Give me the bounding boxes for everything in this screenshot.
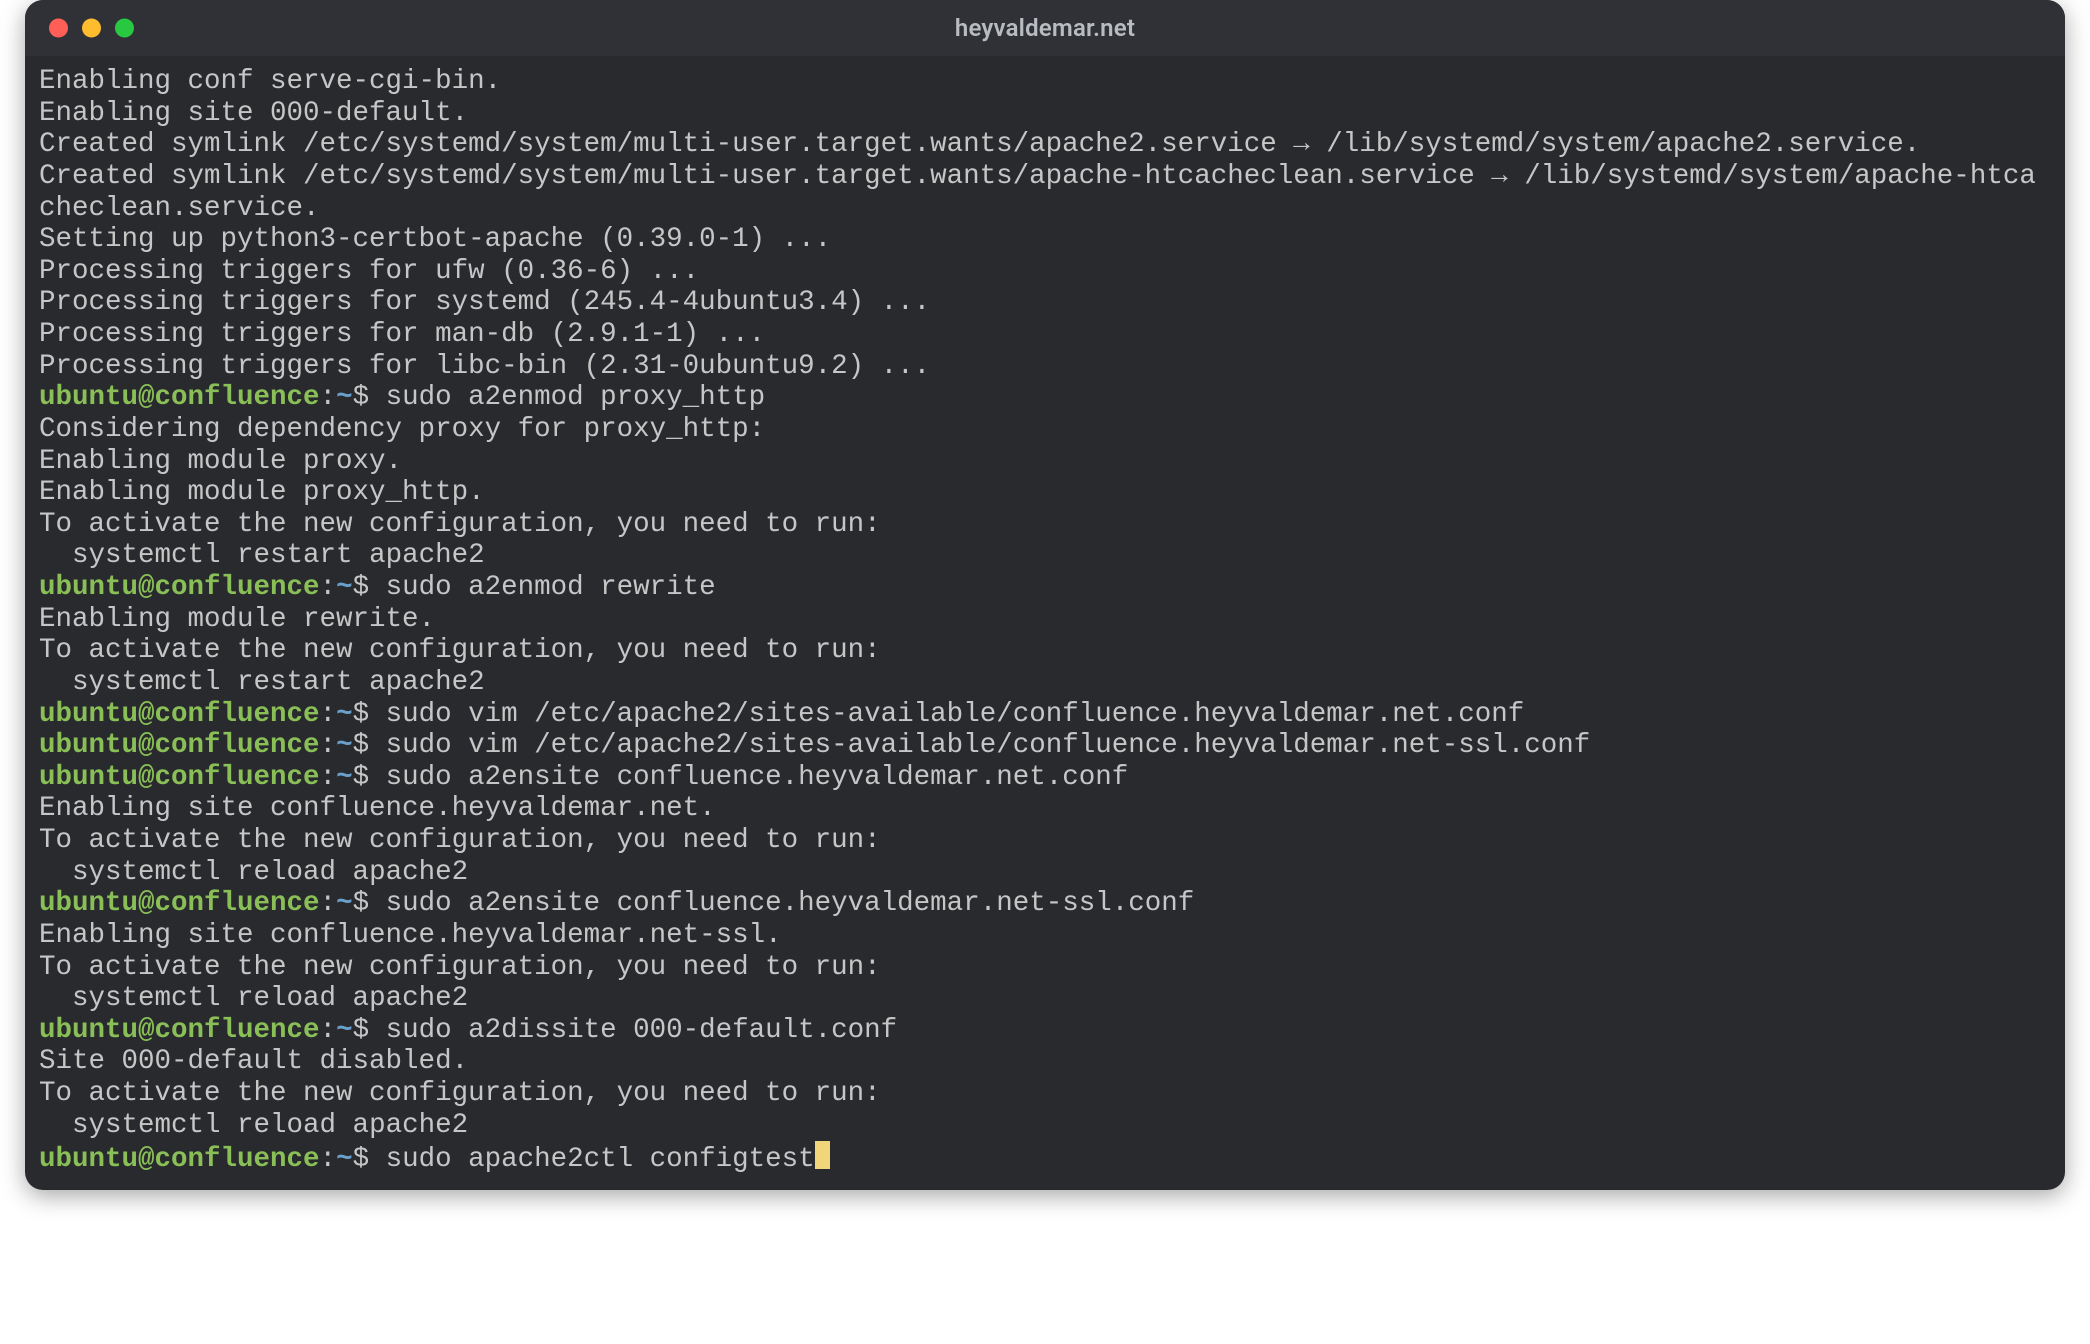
prompt-dollar: $ <box>353 572 386 603</box>
close-icon[interactable] <box>49 19 68 38</box>
prompt-dollar: $ <box>353 382 386 413</box>
terminal-line: Processing triggers for systemd (245.4-4… <box>39 287 2051 319</box>
prompt-user-host: ubuntu@confluence <box>39 888 320 919</box>
prompt-cwd: ~ <box>336 888 353 919</box>
terminal-line: To activate the new configuration, you n… <box>39 509 2051 541</box>
command-text: sudo vim /etc/apache2/sites-available/co… <box>386 699 1525 730</box>
zoom-icon[interactable] <box>115 19 134 38</box>
titlebar: heyvaldemar.net <box>25 0 2065 56</box>
window-controls <box>49 19 134 38</box>
terminal-line: Processing triggers for libc-bin (2.31-0… <box>39 351 2051 383</box>
terminal-line: Site 000-default disabled. <box>39 1046 2051 1078</box>
terminal-line: Enabling site confluence.heyvaldemar.net… <box>39 793 2051 825</box>
terminal-line: Processing triggers for ufw (0.36-6) ... <box>39 256 2051 288</box>
terminal-line: Enabling site confluence.heyvaldemar.net… <box>39 920 2051 952</box>
command-text: sudo a2ensite confluence.heyvaldemar.net… <box>386 762 1129 793</box>
terminal-line: systemctl reload apache2 <box>39 983 2051 1015</box>
terminal-line: ubuntu@confluence:~$ sudo apache2ctl con… <box>39 1141 2051 1176</box>
prompt-cwd: ~ <box>336 382 353 413</box>
prompt-user-host: ubuntu@confluence <box>39 762 320 793</box>
terminal-line: systemctl restart apache2 <box>39 540 2051 572</box>
prompt-cwd: ~ <box>336 1144 353 1175</box>
prompt-colon: : <box>320 572 337 603</box>
prompt-dollar: $ <box>353 1015 386 1046</box>
prompt-colon: : <box>320 699 337 730</box>
prompt-user-host: ubuntu@confluence <box>39 572 320 603</box>
prompt-colon: : <box>320 1144 337 1175</box>
prompt-user-host: ubuntu@confluence <box>39 1144 320 1175</box>
prompt-user-host: ubuntu@confluence <box>39 382 320 413</box>
terminal-line: To activate the new configuration, you n… <box>39 1078 2051 1110</box>
prompt-dollar: $ <box>353 730 386 761</box>
prompt-user-host: ubuntu@confluence <box>39 1015 320 1046</box>
prompt-dollar: $ <box>353 699 386 730</box>
prompt-cwd: ~ <box>336 1015 353 1046</box>
prompt-dollar: $ <box>353 888 386 919</box>
command-text: sudo a2ensite confluence.heyvaldemar.net… <box>386 888 1195 919</box>
prompt-cwd: ~ <box>336 730 353 761</box>
terminal-line: Created symlink /etc/systemd/system/mult… <box>39 129 2051 161</box>
terminal-line: To activate the new configuration, you n… <box>39 952 2051 984</box>
terminal-line: ubuntu@confluence:~$ sudo vim /etc/apach… <box>39 730 2051 762</box>
prompt-cwd: ~ <box>336 762 353 793</box>
terminal-line: Enabling conf serve-cgi-bin. <box>39 66 2051 98</box>
prompt-cwd: ~ <box>336 572 353 603</box>
prompt-user-host: ubuntu@confluence <box>39 730 320 761</box>
terminal-line: ubuntu@confluence:~$ sudo a2enmod proxy_… <box>39 382 2051 414</box>
terminal-line: systemctl reload apache2 <box>39 1110 2051 1142</box>
terminal-line: Enabling module proxy_http. <box>39 477 2051 509</box>
terminal-line: Setting up python3-certbot-apache (0.39.… <box>39 224 2051 256</box>
terminal-line: Processing triggers for man-db (2.9.1-1)… <box>39 319 2051 351</box>
terminal-line: ubuntu@confluence:~$ sudo a2ensite confl… <box>39 762 2051 794</box>
terminal-line: To activate the new configuration, you n… <box>39 635 2051 667</box>
terminal-line: ubuntu@confluence:~$ sudo a2enmod rewrit… <box>39 572 2051 604</box>
terminal-line: ubuntu@confluence:~$ sudo vim /etc/apach… <box>39 699 2051 731</box>
terminal-line: ubuntu@confluence:~$ sudo a2dissite 000-… <box>39 1015 2051 1047</box>
command-text: sudo a2enmod rewrite <box>386 572 716 603</box>
prompt-colon: : <box>320 888 337 919</box>
prompt-colon: : <box>320 762 337 793</box>
prompt-dollar: $ <box>353 762 386 793</box>
terminal-window: heyvaldemar.net Enabling conf serve-cgi-… <box>25 0 2065 1190</box>
terminal-line: Enabling module rewrite. <box>39 604 2051 636</box>
prompt-colon: : <box>320 382 337 413</box>
cursor-icon <box>815 1141 830 1169</box>
command-text: sudo apache2ctl configtest <box>386 1144 815 1175</box>
terminal-line: systemctl reload apache2 <box>39 857 2051 889</box>
prompt-colon: : <box>320 1015 337 1046</box>
command-text: sudo a2enmod proxy_http <box>386 382 766 413</box>
terminal-line: Created symlink /etc/systemd/system/mult… <box>39 161 2051 224</box>
prompt-dollar: $ <box>353 1144 386 1175</box>
prompt-user-host: ubuntu@confluence <box>39 699 320 730</box>
terminal-line: systemctl restart apache2 <box>39 667 2051 699</box>
terminal-line: Enabling module proxy. <box>39 446 2051 478</box>
terminal-line: ubuntu@confluence:~$ sudo a2ensite confl… <box>39 888 2051 920</box>
prompt-cwd: ~ <box>336 699 353 730</box>
command-text: sudo vim /etc/apache2/sites-available/co… <box>386 730 1591 761</box>
prompt-colon: : <box>320 730 337 761</box>
minimize-icon[interactable] <box>82 19 101 38</box>
terminal-body[interactable]: Enabling conf serve-cgi-bin.Enabling sit… <box>25 56 2065 1190</box>
terminal-line: Considering dependency proxy for proxy_h… <box>39 414 2051 446</box>
command-text: sudo a2dissite 000-default.conf <box>386 1015 898 1046</box>
terminal-line: To activate the new configuration, you n… <box>39 825 2051 857</box>
window-title: heyvaldemar.net <box>955 14 1135 42</box>
terminal-line: Enabling site 000-default. <box>39 98 2051 130</box>
